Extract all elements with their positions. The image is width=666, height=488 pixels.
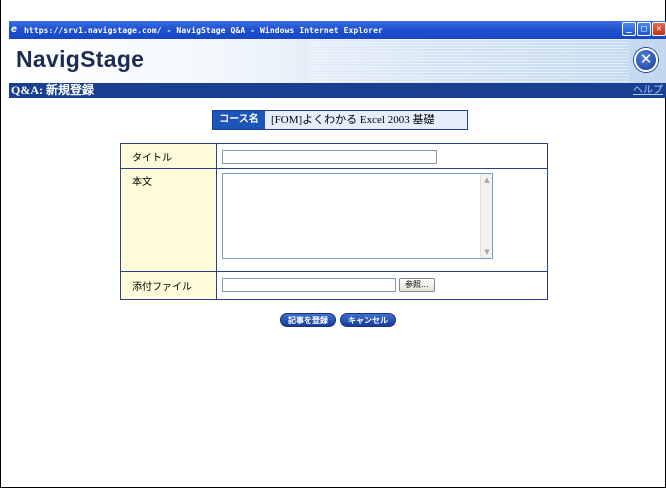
browse-button[interactable]: 参照... (399, 278, 435, 293)
body-label: 本文 (120, 168, 217, 272)
window-controls: _ □ ✕ (622, 22, 666, 36)
qa-form: タイトル 本文 ▲ ▼ 添付ファイル 参照... (120, 142, 548, 301)
submit-article-button[interactable]: 記事を登録 (280, 313, 336, 327)
ie-icon: e (11, 24, 18, 35)
form-actions: 記事を登録 キャンセル (280, 313, 396, 327)
navigstage-logo: NavigStage (16, 46, 145, 72)
body-textarea[interactable]: ▲ ▼ (222, 173, 493, 260)
header-decoration (309, 39, 629, 83)
page-title: Q&A: 新規登録 (11, 83, 94, 97)
title-input[interactable] (222, 150, 437, 165)
body-scrollbar[interactable]: ▲ ▼ (480, 174, 492, 259)
attachment-input[interactable] (222, 278, 396, 293)
page-title-bar: Q&A: 新規登録 ヘルプ (9, 83, 666, 98)
window-title: https://srv1.navigstage.com/ - NavigStag… (24, 25, 383, 35)
window-close-button[interactable]: ✕ (652, 22, 666, 36)
title-label: タイトル (120, 142, 217, 170)
window-titlebar: e https://srv1.navigstage.com/ - NavigSt… (9, 21, 666, 39)
scroll-down-icon[interactable]: ▼ (482, 247, 492, 257)
minimize-button[interactable]: _ (622, 22, 636, 36)
close-icon[interactable]: ✕ (634, 48, 658, 72)
help-link[interactable]: ヘルプ (633, 83, 663, 98)
attachment-label: 添付ファイル (120, 270, 217, 301)
brand-header: NavigStage ✕ (9, 39, 666, 83)
course-value: [FOM]よくわかる Excel 2003 基礎 (271, 114, 435, 126)
course-name-box: コース名 [FOM]よくわかる Excel 2003 基礎 (212, 110, 468, 130)
scroll-up-icon[interactable]: ▲ (482, 175, 492, 185)
course-label: コース名 (213, 111, 265, 129)
cancel-button[interactable]: キャンセル (340, 313, 396, 327)
maximize-button[interactable]: □ (637, 22, 651, 36)
